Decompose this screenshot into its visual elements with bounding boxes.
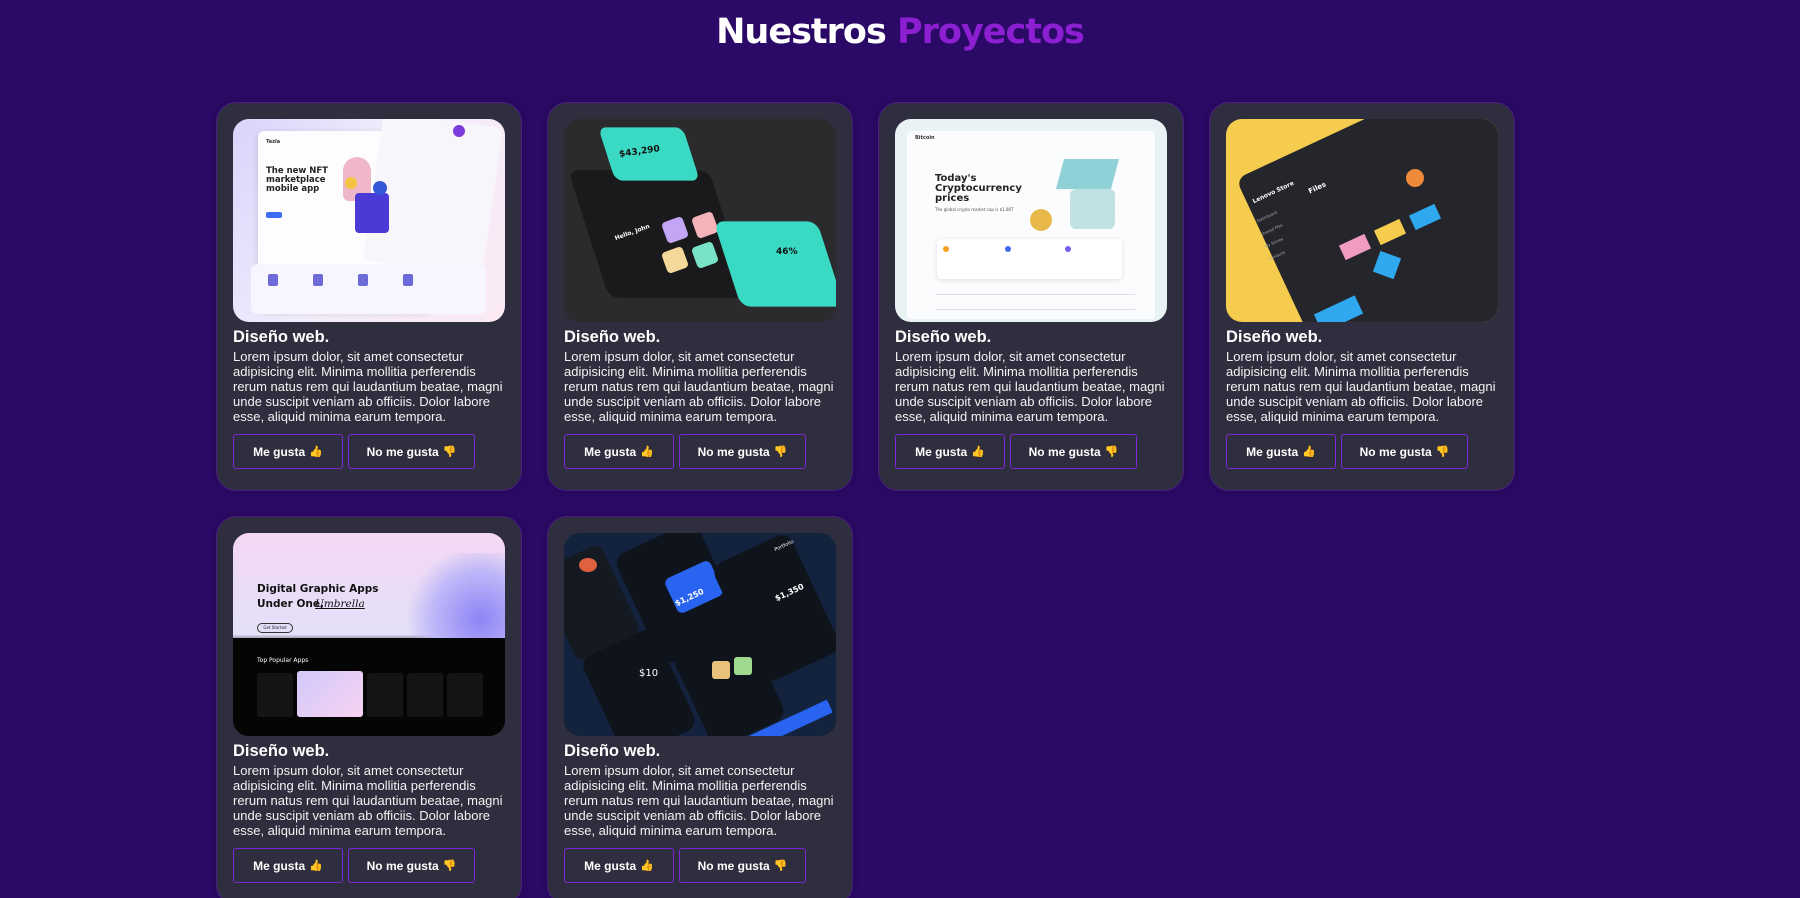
- card-title: Diseño web.: [233, 742, 330, 760]
- card-title: Diseño web.: [564, 328, 661, 346]
- card-actions: Me gusta 👍 No me gusta 👎: [895, 434, 1167, 469]
- like-button[interactable]: Me gusta 👍: [895, 434, 1005, 469]
- project-card: Lenovo Store Dashboard Shared files My S…: [1209, 102, 1515, 491]
- dislike-label: No me gusta: [697, 858, 770, 873]
- dislike-button[interactable]: No me gusta 👎: [348, 434, 475, 469]
- project-card: $1,250 Portfolio $1,350 $10 Diseño web. …: [547, 516, 853, 898]
- thumb-headline: Digital Graphic Apps: [257, 583, 379, 595]
- thumbs-up-icon: 👍: [309, 445, 323, 458]
- thumbs-down-icon: 👎: [1104, 445, 1119, 458]
- thumb-subtitle: The global crypto market cap is $1.86T: [935, 207, 1014, 212]
- like-label: Me gusta: [253, 444, 306, 459]
- like-label: Me gusta: [253, 858, 306, 873]
- project-thumbnail: $43,290 Hello, John 46%: [564, 119, 836, 322]
- like-label: Me gusta: [1246, 444, 1299, 459]
- thumbs-down-icon: 👎: [442, 445, 457, 458]
- thumbs-down-icon: 👎: [1435, 445, 1450, 458]
- card-actions: Me gusta 👍 No me gusta 👎: [564, 434, 836, 469]
- project-thumbnail: Lenovo Store Dashboard Shared files My S…: [1226, 119, 1498, 322]
- like-button[interactable]: Me gusta 👍: [233, 848, 343, 883]
- card-actions: Me gusta 👍 No me gusta 👎: [233, 848, 505, 883]
- thumbs-down-icon: 👎: [773, 445, 788, 458]
- dislike-label: No me gusta: [366, 444, 439, 459]
- thumb-brand: Tezla: [266, 139, 281, 145]
- project-card: Digital Graphic Apps Under One, Umbrella…: [216, 516, 522, 898]
- project-thumbnail: Digital Graphic Apps Under One, Umbrella…: [233, 533, 505, 736]
- thumb-button: Get Started: [257, 623, 293, 633]
- project-card: $43,290 Hello, John 46% Diseño web. Lore…: [547, 102, 853, 491]
- thumbs-up-icon: 👍: [971, 445, 985, 458]
- like-button[interactable]: Me gusta 👍: [564, 848, 674, 883]
- title-word-1: Nuestros: [716, 12, 887, 52]
- thumbs-up-icon: 👍: [1302, 445, 1316, 458]
- thumb-amount-small: $10: [639, 668, 659, 679]
- project-thumbnail: Tezla The new NFT marketplace mobile app: [233, 119, 505, 322]
- project-thumbnail: $1,250 Portfolio $1,350 $10: [564, 533, 836, 736]
- dislike-label: No me gusta: [697, 444, 770, 459]
- dislike-label: No me gusta: [366, 858, 439, 873]
- like-button[interactable]: Me gusta 👍: [233, 434, 343, 469]
- dislike-button[interactable]: No me gusta 👎: [679, 848, 806, 883]
- thumb-headline-italic: Umbrella: [315, 598, 365, 610]
- card-actions: Me gusta 👍 No me gusta 👎: [233, 434, 505, 469]
- card-description: Lorem ipsum dolor, sit amet consectetur …: [1226, 349, 1496, 424]
- thumb-headline: Under One,: [257, 598, 324, 610]
- card-description: Lorem ipsum dolor, sit amet consectetur …: [233, 763, 503, 838]
- dislike-button[interactable]: No me gusta 👎: [348, 848, 475, 883]
- project-card: Bitcoin Today's Cryptocurrency prices Th…: [878, 102, 1184, 491]
- like-label: Me gusta: [584, 444, 637, 459]
- thumbs-up-icon: 👍: [309, 859, 323, 872]
- card-description: Lorem ipsum dolor, sit amet consectetur …: [895, 349, 1165, 424]
- thumb-percent: 46%: [776, 247, 798, 257]
- card-actions: Me gusta 👍 No me gusta 👎: [564, 848, 836, 883]
- thumbs-down-icon: 👎: [442, 859, 457, 872]
- card-description: Lorem ipsum dolor, sit amet consectetur …: [564, 763, 834, 838]
- project-thumbnail: Bitcoin Today's Cryptocurrency prices Th…: [895, 119, 1167, 322]
- dislike-label: No me gusta: [1359, 444, 1432, 459]
- thumb-section-title: Top Popular Apps: [257, 657, 309, 664]
- project-card: Tezla The new NFT marketplace mobile app…: [216, 102, 522, 491]
- card-title: Diseño web.: [1226, 328, 1323, 346]
- like-button[interactable]: Me gusta 👍: [564, 434, 674, 469]
- title-word-2: Proyectos: [896, 12, 1085, 52]
- card-actions: Me gusta 👍 No me gusta 👎: [1226, 434, 1498, 469]
- page-title: Nuestros Proyectos: [0, 12, 1800, 52]
- card-description: Lorem ipsum dolor, sit amet consectetur …: [233, 349, 503, 424]
- projects-grid: Tezla The new NFT marketplace mobile app…: [216, 102, 1516, 898]
- thumb-headline: Today's Cryptocurrency prices: [935, 173, 1022, 204]
- thumbs-up-icon: 👍: [640, 445, 654, 458]
- card-title: Diseño web.: [233, 328, 330, 346]
- thumb-brand: Bitcoin: [915, 135, 935, 141]
- card-title: Diseño web.: [895, 328, 992, 346]
- dislike-button[interactable]: No me gusta 👎: [1010, 434, 1137, 469]
- card-title: Diseño web.: [564, 742, 661, 760]
- thumb-headline: The new NFT marketplace mobile app: [266, 166, 328, 194]
- like-label: Me gusta: [584, 858, 637, 873]
- thumbs-up-icon: 👍: [640, 859, 654, 872]
- dislike-button[interactable]: No me gusta 👎: [679, 434, 806, 469]
- like-button[interactable]: Me gusta 👍: [1226, 434, 1336, 469]
- dislike-label: No me gusta: [1028, 444, 1101, 459]
- dislike-button[interactable]: No me gusta 👎: [1341, 434, 1468, 469]
- card-description: Lorem ipsum dolor, sit amet consectetur …: [564, 349, 834, 424]
- like-label: Me gusta: [915, 444, 968, 459]
- thumbs-down-icon: 👎: [773, 859, 788, 872]
